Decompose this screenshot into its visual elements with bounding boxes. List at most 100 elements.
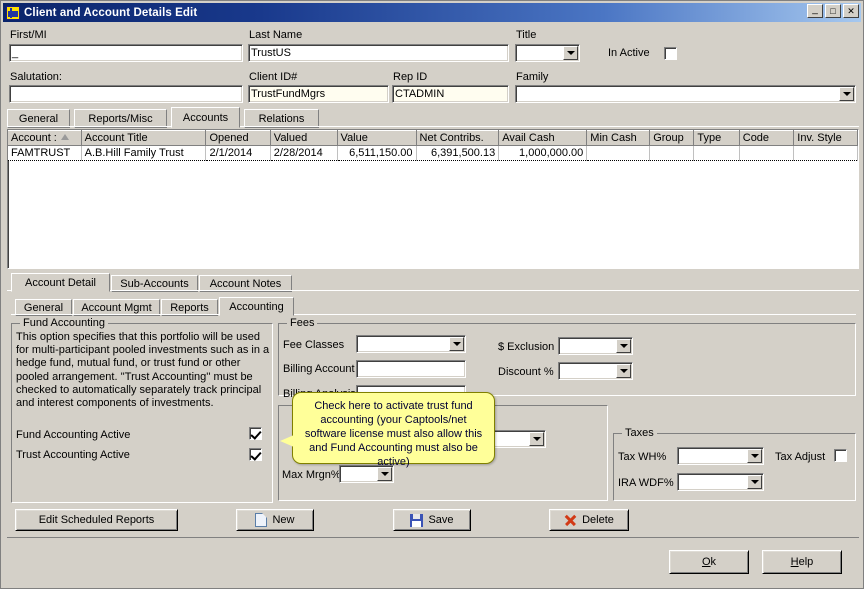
exclusion-label: $ Exclusion: [498, 341, 554, 353]
inactive-checkbox[interactable]: [664, 47, 677, 60]
table-cell[interactable]: 1,000,000.00: [499, 146, 587, 161]
chevron-down-icon[interactable]: [616, 339, 631, 353]
table-cell[interactable]: [694, 146, 739, 161]
column-header-label: Valued: [274, 132, 307, 144]
trust-accounting-active-label: Trust Accounting Active: [16, 449, 130, 461]
column-header-label: Avail Cash: [502, 132, 554, 144]
tax-adjust-checkbox[interactable]: [834, 449, 847, 462]
billing-account-input[interactable]: [356, 360, 466, 378]
fund-accounting-active-checkbox[interactable]: [249, 427, 262, 440]
salutation-input[interactable]: [9, 85, 243, 103]
minimize-button[interactable]: _: [807, 4, 823, 18]
ira-wdf-combo[interactable]: [677, 473, 764, 491]
window-controls: _ □ ✕: [807, 4, 859, 18]
table-cell[interactable]: [739, 146, 794, 161]
table-cell[interactable]: FAMTRUST: [8, 146, 81, 161]
tab-label: Account Mgmt: [81, 302, 151, 314]
chevron-down-icon[interactable]: [563, 46, 578, 60]
maximize-button[interactable]: □: [825, 4, 841, 18]
table-row[interactable]: FAMTRUSTA.B.Hill Family Trust2/1/20142/2…: [8, 146, 858, 161]
ira-wdf-label: IRA WDF%: [618, 477, 674, 489]
column-header-label: Net Contribs.: [420, 132, 484, 144]
fund-accounting-group-title: Fund Accounting: [20, 317, 108, 329]
chevron-down-icon[interactable]: [616, 364, 631, 378]
last-name-input[interactable]: TrustUS: [248, 44, 509, 62]
title-combo[interactable]: [515, 44, 580, 62]
client-id-input[interactable]: TrustFundMgrs: [248, 85, 389, 103]
accounts-grid[interactable]: Account :Account TitleOpened Valued Value N…: [7, 129, 859, 269]
chevron-down-icon[interactable]: [747, 475, 762, 489]
table-cell[interactable]: 2/1/2014: [206, 146, 270, 161]
chevron-down-icon[interactable]: [529, 432, 544, 446]
column-header-avail-cash[interactable]: Avail Cash: [499, 131, 587, 146]
fee-classes-combo[interactable]: [356, 335, 466, 353]
app-logo-icon: [6, 6, 20, 20]
column-header-code[interactable]: Code: [739, 131, 794, 146]
column-header-opened[interactable]: Opened: [206, 131, 270, 146]
help-mnemonic: H: [791, 556, 799, 568]
minimize-icon: _: [808, 5, 822, 17]
billing-account-label: Billing Account: [283, 363, 355, 375]
save-label: Save: [428, 514, 453, 526]
tab-label: Sub-Accounts: [120, 278, 188, 290]
save-button[interactable]: Save: [393, 509, 471, 531]
table-cell[interactable]: [650, 146, 694, 161]
column-header-min-cash[interactable]: Min Cash: [587, 131, 650, 146]
exclusion-combo[interactable]: [558, 337, 633, 355]
family-combo[interactable]: [515, 85, 856, 103]
rep-id-label: Rep ID: [393, 71, 427, 83]
table-cell[interactable]: A.B.Hill Family Trust: [81, 146, 206, 161]
table-cell[interactable]: [794, 146, 858, 161]
detail-tab-account-detail[interactable]: Account Detail: [11, 273, 110, 292]
margin-hidden-combo[interactable]: [491, 430, 546, 448]
column-header-inv-style[interactable]: Inv. Style: [794, 131, 858, 146]
family-label: Family: [516, 71, 548, 83]
edit-scheduled-reports-button[interactable]: Edit Scheduled Reports: [15, 509, 178, 531]
chevron-down-icon[interactable]: [449, 337, 464, 351]
x-cross-icon: [564, 514, 577, 527]
sub-tab-strip: GeneralAccount MgmtReportsAccounting: [11, 297, 856, 315]
sub-tab-underline: [11, 314, 856, 315]
close-icon: ✕: [844, 5, 858, 17]
table-cell[interactable]: 2/28/2014: [270, 146, 337, 161]
ok-label: Ok: [702, 556, 716, 568]
delete-button[interactable]: Delete: [549, 509, 629, 531]
column-header-account-title[interactable]: Account Title: [81, 131, 206, 146]
chevron-down-icon[interactable]: [839, 87, 854, 101]
discount-combo[interactable]: [558, 362, 633, 380]
tax-wh-label: Tax WH%: [618, 451, 666, 463]
column-header-net-contribs[interactable]: Net Contribs.: [416, 131, 499, 146]
table-cell[interactable]: 6,391,500.13: [416, 146, 499, 161]
tooltip-tail-icon: [280, 435, 294, 447]
tab-label: Accounts: [183, 112, 228, 124]
trust-accounting-active-checkbox[interactable]: [249, 448, 262, 461]
delete-label: Delete: [582, 514, 614, 526]
column-header-valued[interactable]: Valued: [270, 131, 337, 146]
detail-tab-underline: [7, 290, 859, 291]
tax-wh-combo[interactable]: [677, 447, 764, 465]
inactive-label: In Active: [608, 47, 650, 59]
table-cell[interactable]: 6,511,150.00: [337, 146, 416, 161]
close-button[interactable]: ✕: [843, 4, 859, 18]
column-header-group[interactable]: Group: [650, 131, 694, 146]
help-button[interactable]: Help: [762, 550, 842, 574]
first-mi-input[interactable]: _: [9, 44, 243, 62]
fund-accounting-active-label: Fund Accounting Active: [16, 429, 130, 441]
column-header-value[interactable]: Value: [337, 131, 416, 146]
column-header-type[interactable]: Type: [694, 131, 739, 146]
column-header-account[interactable]: Account :: [8, 131, 81, 146]
new-button[interactable]: New: [236, 509, 314, 531]
rep-id-input[interactable]: CTADMIN: [392, 85, 509, 103]
tab-label: Account Detail: [25, 277, 96, 289]
fee-classes-label: Fee Classes: [283, 339, 344, 351]
fund-accounting-description: This option specifies that this portfoli…: [16, 331, 270, 410]
chevron-down-icon[interactable]: [747, 449, 762, 463]
tab-accounts[interactable]: Accounts: [171, 107, 240, 128]
ok-button[interactable]: Ok: [669, 550, 749, 574]
chevron-down-icon[interactable]: [377, 467, 392, 481]
sub-tab-accounting[interactable]: Accounting: [219, 297, 294, 316]
table-cell[interactable]: [587, 146, 650, 161]
detail-tab-strip: Account DetailSub-AccountsAccount Notes: [7, 273, 859, 291]
accounts-grid-body: FAMTRUSTA.B.Hill Family Trust2/1/20142/2…: [8, 146, 858, 161]
floppy-disk-icon: [410, 514, 423, 527]
